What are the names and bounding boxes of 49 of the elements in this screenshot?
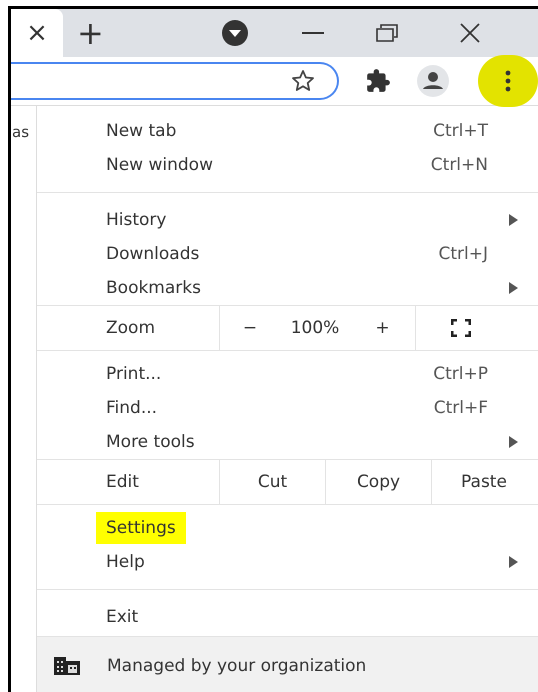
building-icon — [53, 656, 81, 676]
edit-action-button[interactable]: Paste — [432, 460, 536, 504]
menu-item[interactable]: Find... Ctrl+F — [37, 391, 538, 425]
menu-item[interactable]: History — [37, 203, 538, 237]
menu-label: Help — [106, 552, 145, 572]
menu-label: Bookmarks — [106, 278, 201, 298]
puzzle-icon[interactable] — [365, 68, 391, 94]
star-icon[interactable] — [291, 69, 315, 93]
submenu-arrow-icon — [509, 436, 518, 448]
close-icon[interactable] — [460, 23, 480, 43]
edit-action-button[interactable]: Cut — [220, 460, 326, 504]
zoom-value: 100% — [290, 317, 340, 340]
zoom-out-button[interactable]: − — [220, 306, 280, 350]
zoom-in-button[interactable]: + — [350, 306, 416, 350]
tab-search-icon[interactable] — [222, 20, 248, 46]
menu-item[interactable]: Settings — [37, 511, 538, 545]
minimize-icon[interactable] — [302, 31, 324, 35]
menu-item[interactable]: New window Ctrl+N — [37, 148, 538, 182]
submenu-arrow-icon — [509, 214, 518, 226]
restore-icon[interactable] — [376, 24, 398, 42]
menu-item[interactable]: Help — [37, 545, 538, 579]
edit-label: Edit — [37, 460, 220, 504]
menu-item[interactable]: Downloads Ctrl+J — [37, 237, 538, 271]
menu-item[interactable]: Bookmarks — [37, 271, 538, 305]
menu-label: Exit — [106, 607, 138, 627]
menu-label: Downloads — [106, 244, 200, 264]
fullscreen-icon — [451, 319, 471, 337]
browser-tab[interactable]: × — [11, 9, 63, 57]
menu-label: Print... — [106, 364, 162, 384]
menu-item[interactable]: More tools — [37, 425, 538, 459]
menu-label: More tools — [106, 432, 195, 452]
menu-item[interactable]: New tab Ctrl+T — [37, 114, 538, 148]
menu-label: Find... — [106, 398, 158, 418]
page-text: as — [12, 123, 30, 141]
menu-label: New window — [106, 155, 213, 175]
menu-item[interactable]: Print... Ctrl+P — [37, 357, 538, 391]
menu-label: New tab — [106, 121, 176, 141]
menu-item[interactable]: Exit — [37, 600, 538, 634]
edit-action-button[interactable]: Copy — [326, 460, 432, 504]
new-tab-button[interactable]: + — [77, 14, 104, 52]
highlighted-label: Settings — [96, 512, 186, 544]
managed-notice: Managed by your organization — [107, 656, 366, 676]
profile-avatar-icon[interactable] — [417, 65, 449, 97]
menu-label: History — [106, 210, 166, 230]
zoom-label: Zoom — [37, 306, 220, 350]
submenu-arrow-icon — [509, 556, 518, 568]
submenu-arrow-icon — [509, 282, 518, 294]
tab-close-button[interactable]: × — [26, 18, 48, 48]
menu-icon — [505, 70, 511, 92]
